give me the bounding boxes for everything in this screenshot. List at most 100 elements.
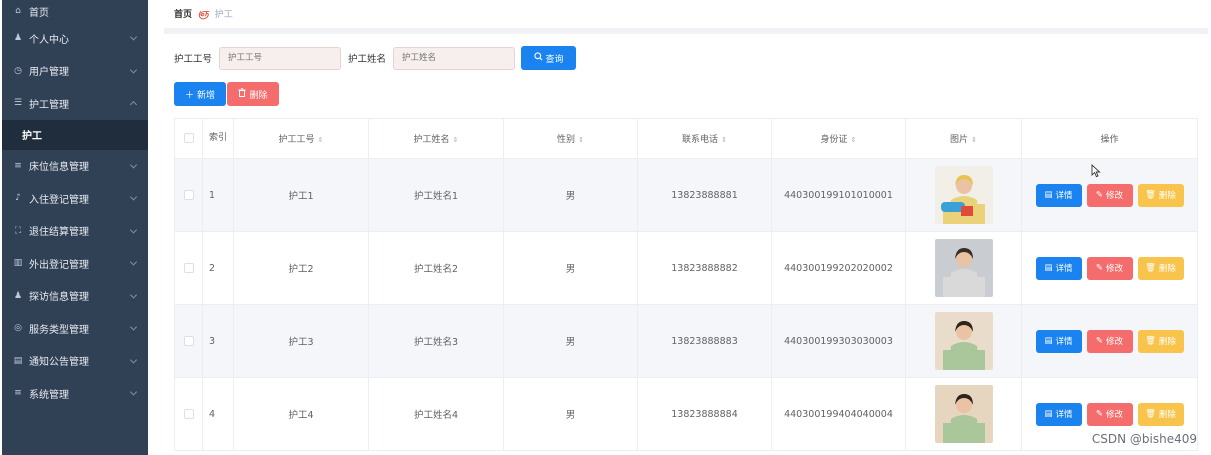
phone-cell: 13823888883 xyxy=(637,304,772,378)
chevron-down-icon xyxy=(129,291,138,299)
table-row[interactable]: 1 护工1 护工姓名1 男 13823888881 440300199101010001 ▤… xyxy=(174,158,1198,232)
nurse-id-input[interactable] xyxy=(219,46,342,70)
sidebar-item[interactable]: ♟ 探访信息管理 xyxy=(2,280,148,313)
detail-button[interactable]: ▤ 详情 xyxy=(1035,183,1082,207)
nurse-id-label: 护工工号 xyxy=(174,54,213,65)
document-icon: ▤ xyxy=(1044,336,1053,346)
nurse-name-cell: 护工姓名1 xyxy=(368,158,504,232)
sidebar-item[interactable]: ☰ 护工管理 xyxy=(2,87,148,120)
row-checkbox[interactable] xyxy=(183,263,194,273)
row-checkbox[interactable] xyxy=(183,409,194,419)
edit-button[interactable]: ✎ 修改 xyxy=(1086,256,1133,280)
sidebar-item[interactable]: ≡ 系统管理 xyxy=(2,377,148,410)
sidebar-item[interactable]: ▤ 通知公告管理 xyxy=(2,345,148,378)
clock-icon: ◷ xyxy=(14,65,22,76)
select-all-checkbox[interactable] xyxy=(183,133,194,144)
gender-header-label: 性别 xyxy=(557,135,576,145)
search-button[interactable]: 查询 xyxy=(521,46,577,70)
sidebar-item[interactable]: ⛶ 退住结算管理 xyxy=(2,215,148,248)
row-checkbox[interactable] xyxy=(183,190,194,200)
phone-cell: 13823888882 xyxy=(637,231,772,305)
table-row[interactable]: 3 护工3 护工姓名3 男 13823888883 440300199303030003 ▤… xyxy=(174,304,1198,378)
breadcrumb-home[interactable]: 首页 xyxy=(174,7,192,20)
delete-button-label: 删除 xyxy=(1158,410,1176,420)
detail-button[interactable]: ▤ 详情 xyxy=(1035,329,1082,353)
sort-icon[interactable]: ⇕ xyxy=(851,136,857,144)
operations-cell: ▤ 详情 ✎ 修改 🗑 删除 xyxy=(1021,158,1198,232)
sort-icon[interactable]: ⇕ xyxy=(971,136,977,144)
sidebar-item[interactable]: ⌂ 首页 xyxy=(2,0,148,22)
table-row[interactable]: 2 护工2 护工姓名2 男 13823888882 440300199202020002 ▤… xyxy=(174,231,1198,305)
trash-icon xyxy=(238,88,246,100)
delete-button[interactable]: 🗑 删除 xyxy=(1137,256,1184,280)
sidebar-item[interactable]: ◎ 服务类型管理 xyxy=(2,312,148,345)
search-button-label: 查询 xyxy=(545,54,564,65)
batch-delete-button[interactable]: 删除 xyxy=(227,82,279,106)
main-content: 首页 ஞ 护工 护工工号 护工姓名 查询 ＋ 新增 xyxy=(160,0,1211,455)
detail-button[interactable]: ▤ 详情 xyxy=(1035,256,1082,280)
chevron-up-icon xyxy=(129,101,138,109)
sliders-icon: ☰ xyxy=(13,98,23,109)
app-root: ⌂ 首页 ♟ 个人中心 ◷ 用户管理 ☰ 护工管理护工 ≡ 床位信息管理 ♪ 入住登记管理 ⛶ 退住结算管… xyxy=(0,0,1211,455)
chevron-down-icon xyxy=(129,226,138,234)
detail-button-label: 详情 xyxy=(1055,410,1073,420)
sort-icon[interactable]: ⇕ xyxy=(721,136,727,144)
sidebar-item[interactable]: ♟ 个人中心 xyxy=(2,22,148,55)
user-icon: ♟ xyxy=(13,33,23,44)
nurse-name-cell: 护工姓名4 xyxy=(368,377,504,451)
edit-button[interactable]: ✎ 修改 xyxy=(1086,402,1133,426)
phone-header[interactable]: 联系电话 ⇕ xyxy=(637,118,772,159)
phone-cell: 13823888884 xyxy=(637,377,772,451)
photo-cell xyxy=(905,304,1022,378)
detail-button-label: 详情 xyxy=(1055,264,1073,274)
nurse-id-header-label: 护工工号 xyxy=(278,135,315,145)
photo-header-label: 图片 xyxy=(950,135,969,145)
sort-icon[interactable]: ⇕ xyxy=(578,136,584,144)
nurse-id-cell: 护工4 xyxy=(233,377,369,451)
sidebar-subitem-nurse[interactable]: 护工 xyxy=(2,119,148,150)
index-cell: 2 xyxy=(202,231,234,305)
sort-icon[interactable]: ⇕ xyxy=(318,136,324,144)
delete-button[interactable]: 🗑 删除 xyxy=(1137,329,1184,353)
mouse-cursor-icon xyxy=(1091,164,1101,178)
gender-cell: 男 xyxy=(503,304,638,378)
trash-icon: 🗑 xyxy=(1145,263,1156,273)
nurse-name-header[interactable]: 护工姓名 ⇕ xyxy=(368,118,504,159)
chevron-down-icon xyxy=(129,161,138,169)
gender-header[interactable]: 性别 ⇕ xyxy=(503,118,638,159)
mic-icon: ♪ xyxy=(15,193,21,204)
idcard-header[interactable]: 身份证 ⇕ xyxy=(771,118,906,159)
nurse-id-cell: 护工3 xyxy=(233,304,369,378)
nurse-photo[interactable] xyxy=(934,239,993,297)
list-icon: ≡ xyxy=(14,160,22,171)
row-checkbox[interactable] xyxy=(183,336,194,346)
delete-button-label: 删除 xyxy=(1158,264,1176,274)
nurse-photo[interactable] xyxy=(934,385,993,443)
edit-button-label: 修改 xyxy=(1106,264,1124,274)
nurse-photo[interactable] xyxy=(934,312,993,370)
index-cell: 4 xyxy=(202,377,234,451)
delete-button[interactable]: 🗑 删除 xyxy=(1137,402,1184,426)
trash-icon: 🗑 xyxy=(1145,336,1156,346)
edit-button[interactable]: ✎ 修改 xyxy=(1086,329,1133,353)
sidebar-item-label: 护工管理 xyxy=(29,99,69,111)
table-row[interactable]: 4 护工4 护工姓名4 男 13823888884 440300199404040004 ▤… xyxy=(174,377,1198,451)
add-button[interactable]: ＋ 新增 xyxy=(174,82,226,106)
nurse-name-input[interactable] xyxy=(393,46,516,70)
sidebar-item[interactable]: ▥ 外出登记管理 xyxy=(2,247,148,280)
document-icon: ▤ xyxy=(1044,263,1053,273)
sidebar-item[interactable]: ◷ 用户管理 xyxy=(2,55,148,88)
nurse-id-header[interactable]: 护工工号 ⇕ xyxy=(233,118,369,159)
idcard-cell: 440300199101010001 xyxy=(771,158,906,232)
photo-header[interactable]: 图片 ⇕ xyxy=(905,118,1022,159)
detail-button[interactable]: ▤ 详情 xyxy=(1035,402,1082,426)
nurse-photo[interactable] xyxy=(934,166,993,224)
sidebar-item-label: 个人中心 xyxy=(29,34,69,46)
batch-delete-label: 删除 xyxy=(249,90,268,101)
operations-cell: ▤ 详情 ✎ 修改 🗑 删除 xyxy=(1021,231,1198,305)
sort-icon[interactable]: ⇕ xyxy=(453,136,459,144)
delete-button[interactable]: 🗑 删除 xyxy=(1137,183,1184,207)
sidebar-item[interactable]: ♪ 入住登记管理 xyxy=(2,182,148,215)
sidebar-item[interactable]: ≡ 床位信息管理 xyxy=(2,150,148,183)
edit-button[interactable]: ✎ 修改 xyxy=(1086,183,1133,207)
